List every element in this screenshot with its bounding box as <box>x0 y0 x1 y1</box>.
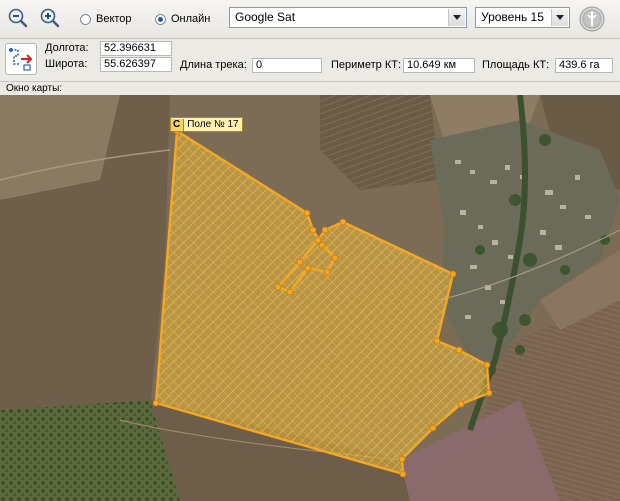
mode-online-label: Онлайн <box>171 13 211 25</box>
radio-checked-icon <box>155 13 166 25</box>
map-viewport[interactable] <box>0 95 620 501</box>
mode-vector-label: Вектор <box>96 13 132 25</box>
field-name-tag[interactable]: С Поле № 17 <box>170 117 243 132</box>
field-type-letter: С <box>171 118 185 131</box>
main-toolbar: Вектор Онлайн Google Sat Уровень 15 <box>0 0 620 39</box>
mode-vector-radio[interactable]: Вектор <box>80 12 132 26</box>
track-length-label: Длина трека: <box>180 59 247 71</box>
map-source-value: Google Sat <box>235 10 296 24</box>
perimeter-label: Периметр КТ: <box>331 59 401 71</box>
zoom-level-value: Уровень 15 <box>481 10 544 24</box>
latitude-field[interactable]: 55.626397 <box>100 57 172 72</box>
chevron-down-icon[interactable] <box>551 9 568 26</box>
field-name: Поле № 17 <box>187 118 239 130</box>
route-export-icon[interactable] <box>5 43 37 75</box>
longitude-field[interactable]: 52.396631 <box>100 41 172 56</box>
latitude-label: Широта: <box>45 58 88 70</box>
track-length-field[interactable]: 0 <box>252 58 322 73</box>
zoom-level-select[interactable]: Уровень 15 <box>475 7 570 28</box>
chevron-down-icon[interactable] <box>448 9 465 26</box>
radio-unchecked-icon <box>80 13 91 25</box>
zoom-in-icon[interactable] <box>38 6 62 30</box>
satellite-map[interactable] <box>0 95 620 501</box>
map-window-label: Окно карты: <box>0 82 620 95</box>
coordinates-bar: Долгота: 52.396631 Широта: 55.626397 Дли… <box>0 39 620 82</box>
mode-online-radio[interactable]: Онлайн <box>155 12 210 26</box>
southwest-orchard <box>0 400 180 501</box>
map-source-select[interactable]: Google Sat <box>229 7 467 28</box>
area-field[interactable]: 439.6 га <box>555 58 613 73</box>
area-label: Площадь КТ: <box>482 59 550 71</box>
longitude-label: Долгота: <box>45 42 89 54</box>
gps-antenna-icon[interactable] <box>578 5 606 33</box>
zoom-out-icon[interactable] <box>6 6 30 30</box>
perimeter-field[interactable]: 10.649 км <box>403 58 475 73</box>
